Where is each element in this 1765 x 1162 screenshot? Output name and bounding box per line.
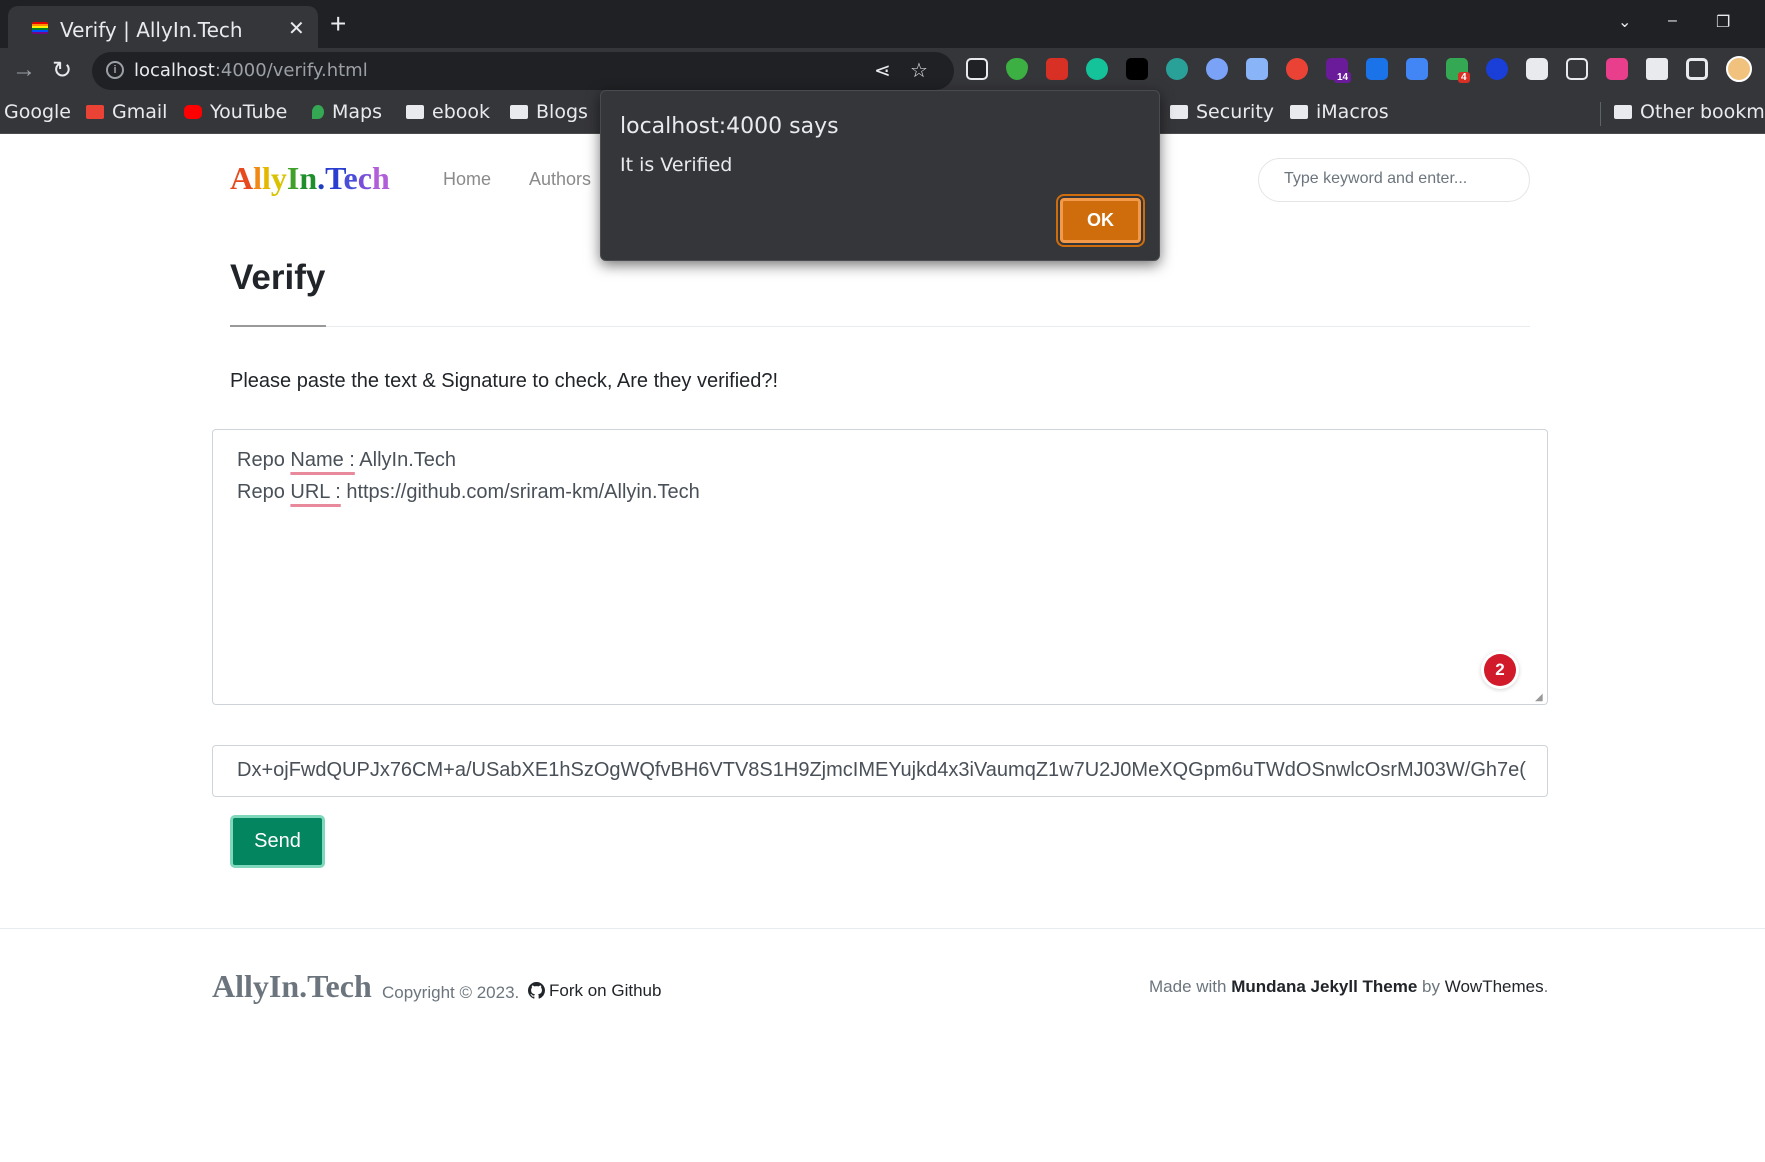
title-divider bbox=[230, 326, 1530, 327]
tab-bar: Verify | AllyIn.Tech ✕ + ⌄ – ❐ bbox=[0, 0, 1765, 48]
text-input[interactable]: Repo Name : AllyIn.Tech Repo URL : https… bbox=[212, 429, 1548, 705]
folder-icon bbox=[406, 105, 424, 119]
close-tab-icon[interactable]: ✕ bbox=[288, 16, 305, 41]
folder-icon bbox=[1290, 105, 1308, 119]
logo-letter: c bbox=[357, 160, 372, 196]
page-title: Verify bbox=[230, 258, 326, 297]
bookmark-other[interactable]: Other bookma bbox=[1614, 101, 1765, 123]
side-panel-icon[interactable] bbox=[1686, 58, 1708, 80]
send-button[interactable]: Send bbox=[230, 815, 325, 868]
share-icon[interactable]: ⋖ bbox=[874, 58, 891, 83]
bookmark-youtube[interactable]: YouTube bbox=[184, 101, 287, 123]
dark-extension-icon[interactable] bbox=[1126, 58, 1148, 80]
address-bar[interactable]: i localhost:4000/verify.html ⋖ ☆ bbox=[92, 52, 954, 90]
folder-icon bbox=[1614, 105, 1632, 119]
bookmark-maps[interactable]: Maps bbox=[312, 101, 382, 123]
puzzle-icon[interactable] bbox=[1646, 58, 1668, 80]
grammarly-badge[interactable]: 2 bbox=[1484, 654, 1516, 686]
bookmark-ebook[interactable]: ebook bbox=[406, 101, 490, 123]
bookmark-security[interactable]: Security bbox=[1170, 101, 1274, 123]
bookmark-imacros[interactable]: iMacros bbox=[1290, 101, 1389, 123]
forward-icon[interactable]: → bbox=[12, 56, 36, 84]
search-extension-icon[interactable] bbox=[1206, 58, 1228, 80]
footer-brand[interactable]: AllyIn.Tech bbox=[212, 968, 372, 1005]
copy-extension-icon[interactable] bbox=[1566, 58, 1588, 80]
grammarly-extension-icon[interactable] bbox=[1086, 58, 1108, 80]
signature-input[interactable]: Dx+ojFwdQUPJx76CM+a/USabXE1hSzOgWQfvBH6V… bbox=[212, 745, 1548, 797]
extension-badge: 4 bbox=[1458, 72, 1470, 83]
folder-icon bbox=[510, 105, 528, 119]
lastpass-extension-icon[interactable] bbox=[1286, 58, 1308, 80]
bookmark-separator bbox=[1600, 102, 1601, 126]
theme-link[interactable]: Mundana Jekyll Theme bbox=[1231, 977, 1417, 996]
extension-badge: 14 bbox=[1334, 72, 1352, 83]
minimize-icon[interactable]: – bbox=[1668, 12, 1677, 30]
folder-icon bbox=[1170, 105, 1188, 119]
github-icon bbox=[528, 982, 545, 999]
pink-extension-icon[interactable] bbox=[1606, 58, 1628, 80]
title-divider-accent bbox=[230, 325, 326, 327]
privacy-extension-icon[interactable] bbox=[1246, 58, 1268, 80]
footer-divider bbox=[0, 928, 1765, 929]
bookmark-google[interactable]: Google bbox=[4, 101, 71, 123]
site-logo[interactable]: AllyIn.Tech bbox=[230, 160, 390, 197]
logo-letter: n bbox=[299, 160, 318, 196]
ok-button[interactable]: OK bbox=[1058, 196, 1143, 245]
logo-letter: h bbox=[371, 160, 390, 196]
resize-handle-icon[interactable]: ◢ bbox=[1535, 692, 1543, 703]
red-extension-icon[interactable] bbox=[1046, 58, 1068, 80]
logo-letter: . bbox=[317, 160, 326, 196]
reload-icon[interactable]: ↻ bbox=[52, 56, 72, 85]
site-info-icon[interactable]: i bbox=[106, 61, 124, 79]
tab-favicon-icon bbox=[32, 22, 48, 34]
teal-extension-icon[interactable] bbox=[1166, 58, 1188, 80]
profile-avatar[interactable] bbox=[1726, 56, 1752, 82]
footer-copyright: Copyright © 2023. bbox=[382, 983, 520, 1002]
footer-credits: Made with Mundana Jekyll Theme by WowThe… bbox=[1149, 977, 1549, 996]
bookmark-gmail[interactable]: Gmail bbox=[86, 101, 167, 123]
maps-icon bbox=[312, 105, 324, 119]
logo-letter: T bbox=[325, 160, 344, 196]
chat-extension-icon[interactable] bbox=[1526, 58, 1548, 80]
new-tab-button[interactable]: + bbox=[330, 8, 346, 40]
nav-authors[interactable]: Authors bbox=[529, 169, 591, 190]
tab-search-icon[interactable]: ⌄ bbox=[1618, 12, 1631, 32]
fork-on-github-link[interactable]: Fork on Github bbox=[528, 981, 661, 1001]
instructions-text: Please paste the text & Signature to che… bbox=[230, 370, 779, 392]
dialog-title: localhost:4000 says bbox=[620, 114, 839, 139]
tab-title: Verify | AllyIn.Tech bbox=[60, 18, 243, 42]
gmail-icon bbox=[86, 105, 104, 119]
search-input[interactable]: Type keyword and enter... bbox=[1258, 158, 1530, 202]
n-extension-icon[interactable] bbox=[1366, 58, 1388, 80]
logo-letter: e bbox=[343, 160, 358, 196]
logo-letter: l bbox=[253, 160, 262, 196]
logo-letter: l bbox=[262, 160, 271, 196]
active-tab[interactable]: Verify | AllyIn.Tech ✕ bbox=[8, 6, 318, 48]
save-extension-icon[interactable] bbox=[1406, 58, 1428, 80]
logo-letter: I bbox=[286, 160, 300, 196]
bookmark-blogs[interactable]: Blogs bbox=[510, 101, 588, 123]
nav-home[interactable]: Home bbox=[443, 169, 491, 190]
url-text: localhost:4000/verify.html bbox=[134, 60, 368, 81]
logo-letter: A bbox=[230, 160, 254, 196]
air-extension-icon[interactable] bbox=[1486, 58, 1508, 80]
restore-icon[interactable]: ❐ bbox=[1716, 12, 1730, 32]
bookmark-star-icon[interactable]: ☆ bbox=[910, 58, 928, 83]
logo-letter: y bbox=[270, 160, 287, 196]
author-link[interactable]: WowThemes bbox=[1445, 977, 1544, 996]
dialog-message: It is Verified bbox=[620, 154, 733, 176]
youtube-icon bbox=[184, 105, 202, 119]
pen-extension-icon[interactable] bbox=[966, 58, 988, 80]
alert-dialog: localhost:4000 says It is Verified OK bbox=[600, 90, 1160, 261]
